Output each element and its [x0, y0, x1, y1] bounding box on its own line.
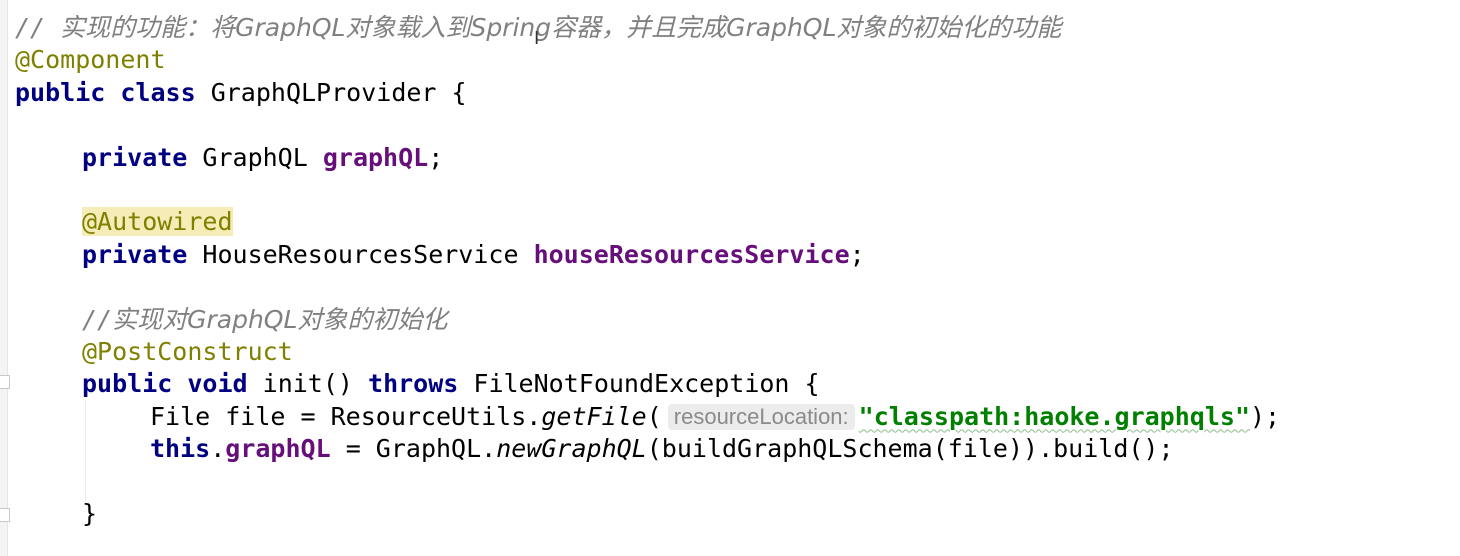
string-literal: "classpath:haoke.graphqls" [858, 401, 1250, 431]
field-graphql: graphQL [322, 142, 429, 172]
code-line-16: } [15, 498, 1460, 530]
code-line-8: private HouseResourcesService houseResou… [82, 239, 865, 269]
comment-text: 实现的功能：将GraphQL对象载入到Spring容器，并且完成GraphQL对… [60, 13, 1062, 42]
annotation-postconstruct: @PostConstruct [82, 336, 293, 366]
comment-text: 实现对GraphQL对象的初始化 [112, 304, 448, 334]
i-beam-cursor-icon: I [534, 28, 540, 49]
fold-marker-icon[interactable] [0, 508, 10, 522]
annotation-component: @Component [15, 45, 166, 75]
field-graphql-ref: graphQL [225, 434, 331, 464]
class-name: GraphQLProvider { [210, 77, 467, 107]
code-line-3: public class GraphQLProvider { [15, 77, 467, 107]
editor-gutter [0, 0, 10, 556]
fold-marker-icon[interactable] [0, 375, 10, 389]
code-editor[interactable]: // 实现的功能：将GraphQL对象载入到Spring容器，并且完成Graph… [15, 12, 1460, 530]
code-line-1: // 实现的功能：将GraphQL对象载入到Spring容器，并且完成Graph… [15, 13, 1062, 42]
code-line-10: //实现对GraphQL对象的初始化 [82, 304, 448, 334]
code-line-11: @PostConstruct [15, 336, 1460, 368]
code-line-5: private GraphQL graphQL; [82, 142, 444, 172]
annotation-autowired: @Autowired [82, 207, 233, 237]
code-line-12: public void init() throws FileNotFoundEx… [82, 369, 820, 399]
code-line-7: @Autowired [15, 206, 1460, 238]
field-house-resources-service: houseResourcesService [533, 239, 850, 269]
closing-brace: } [82, 498, 98, 528]
parameter-hint: resourceLocation: [667, 403, 855, 430]
code-line-14: this.graphQL = GraphQL.newGraphQL(buildG… [150, 434, 1174, 464]
code-line-13: File file = ResourceUtils.getFile(resour… [150, 401, 1281, 431]
method-init: init() [262, 369, 353, 399]
code-line-2: @Component [15, 44, 1460, 76]
